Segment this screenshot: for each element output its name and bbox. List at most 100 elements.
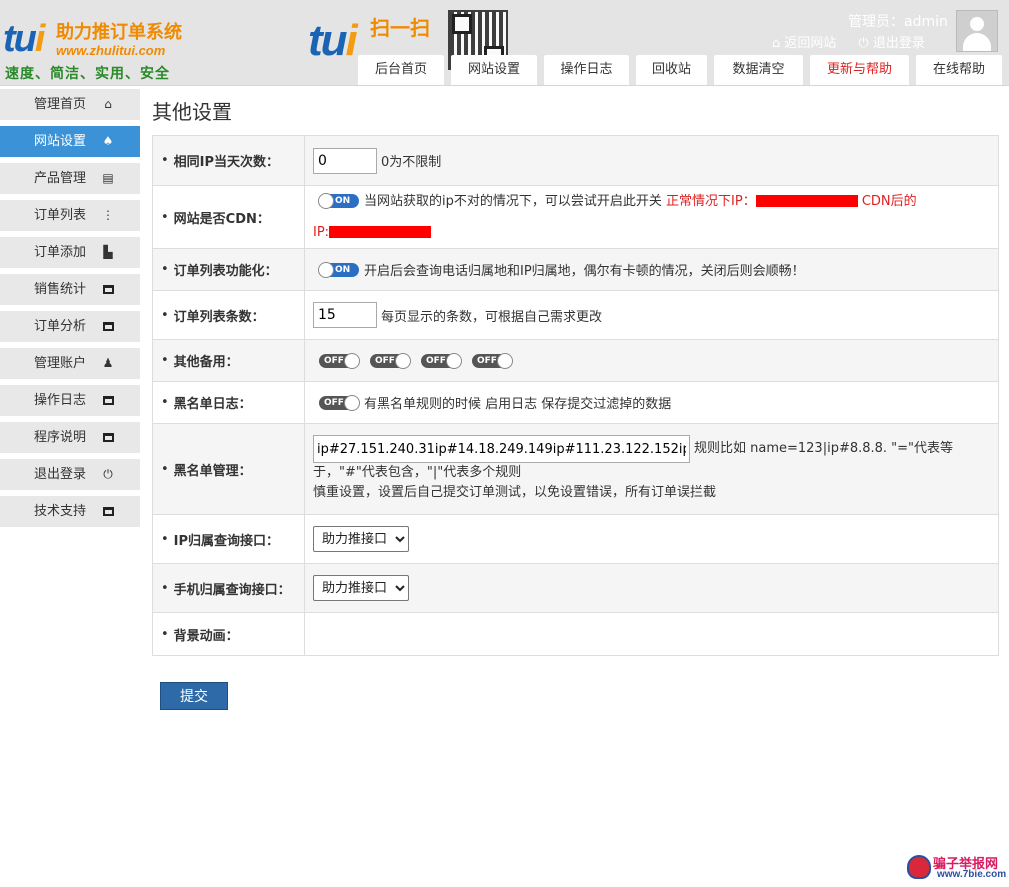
bg-anim-value xyxy=(305,613,998,655)
same-ip-input[interactable] xyxy=(313,147,377,174)
same-ip-value: 0为不限制 xyxy=(305,136,998,185)
sidebar-item-program-info[interactable]: 程序说明 xyxy=(0,422,140,453)
backup-toggle-4[interactable]: OFF xyxy=(472,352,513,369)
tab-site-settings[interactable]: 网站设置 xyxy=(451,55,537,85)
sidebar-item-label: 订单分析 xyxy=(34,319,87,334)
phone-api-select[interactable]: 助力推接口 xyxy=(313,575,409,601)
header-links: ⌂ 返回网站 ⏻ 退出登录 xyxy=(772,32,925,51)
sidebar-item-logout[interactable]: 退出登录 ⏻ xyxy=(0,459,140,490)
row-cdn: 网站是否CDN： ON 当网站获取的ip不对的情况下，可以尝试开启此开关 正常情况… xyxy=(153,186,998,249)
bg-anim-label: 背景动画： xyxy=(153,613,305,655)
blacklist-log-value: OFF 有黑名单规则的时候 启用日志 保存提交过滤掉的数据 xyxy=(305,382,998,423)
page-title: 其他设置 xyxy=(152,100,232,124)
logout-label: 退出登录 xyxy=(872,36,925,51)
power-icon: ⏻ xyxy=(858,36,869,51)
window-icon xyxy=(100,274,116,305)
settings-form: 相同IP当天次数： 0为不限制 网站是否CDN： ON 当网站获取的ip不对的情况… xyxy=(152,135,999,656)
home-icon: ⌂ xyxy=(104,97,112,111)
sidebar-item-label: 产品管理 xyxy=(34,171,87,186)
redacted-normal-ip xyxy=(755,195,858,207)
sidebar-item-tech-support[interactable]: 技术支持 xyxy=(0,496,140,527)
blacklist-mgr-value: 规则比如 name=123|ip#8.8.8. "="代表等 于，"#"代表包含… xyxy=(305,424,998,514)
sidebar-item-label: 管理首页 xyxy=(34,97,87,112)
cdn-toggle[interactable]: ON xyxy=(318,193,359,209)
row-blacklist-mgr: 黑名单管理： 规则比如 name=123|ip#8.8.8. "="代表等 于，… xyxy=(153,424,998,515)
row-blacklist-log: 黑名单日志： OFF 有黑名单规则的时候 启用日志 保存提交过滤掉的数据 xyxy=(153,382,998,424)
logout-link[interactable]: ⏻ 退出登录 xyxy=(858,32,924,51)
sidebar-item-products[interactable]: 产品管理 ▤ xyxy=(0,163,140,194)
shield-icon xyxy=(907,855,931,879)
blacklist-hint-1: 规则比如 name=123|ip#8.8.8. "="代表等 xyxy=(694,441,954,456)
backup-toggle-1[interactable]: OFF xyxy=(319,352,360,369)
order-count-hint: 每页显示的条数，可根据自己需求更改 xyxy=(381,309,603,325)
sidebar-item-order-analysis[interactable]: 订单分析 xyxy=(0,311,140,342)
blacklist-input[interactable] xyxy=(313,435,690,463)
header-bar: tui 助力推订单系统 www.zhulitui.com 速度、简洁、实用、安全… xyxy=(0,0,1009,86)
sidebar-item-label: 管理账户 xyxy=(34,356,87,371)
order-count-input[interactable] xyxy=(313,302,377,328)
row-backup: 其他备用： OFF OFF OFF OFF xyxy=(153,340,998,382)
tab-recycle-bin[interactable]: 回收站 xyxy=(636,55,707,85)
blacklist-log-label: 黑名单日志： xyxy=(153,382,305,423)
toggle-label: ON xyxy=(335,264,351,275)
phone-api-label: 手机归属查询接口： xyxy=(153,564,305,612)
scan-tui-mark: tui xyxy=(308,16,358,65)
sidebar: 管理首页 ⌂ 网站设置 ♠ 产品管理 ▤ 订单列表 ⋮ 订单添加 ▙ 销售统计 … xyxy=(0,89,140,533)
ip-api-select[interactable]: 助力推接口 xyxy=(313,526,409,552)
backup-toggle-3[interactable]: OFF xyxy=(421,352,462,369)
cdn-label: 网站是否CDN： xyxy=(153,186,305,248)
tab-home[interactable]: 后台首页 xyxy=(358,55,444,85)
toggle-knob xyxy=(318,193,334,209)
sitemap-icon: ⋮ xyxy=(102,208,114,222)
bell-icon: ♠ xyxy=(102,134,114,148)
sidebar-item-label: 网站设置 xyxy=(34,134,87,149)
toggle-knob xyxy=(318,261,334,278)
backup-toggle-2[interactable]: OFF xyxy=(370,352,411,369)
sidebar-item-order-add[interactable]: 订单添加 ▙ xyxy=(0,237,140,268)
order-func-toggle[interactable]: ON xyxy=(318,261,359,278)
toggle-label: ON xyxy=(335,196,351,206)
admin-label: 管理员：admin xyxy=(848,14,948,30)
order-count-label: 订单列表条数： xyxy=(153,291,305,339)
sidebar-item-label: 技术支持 xyxy=(34,504,87,519)
blacklist-log-toggle[interactable]: OFF xyxy=(319,394,360,411)
logo-tui-mark: tui xyxy=(3,18,45,60)
avatar[interactable] xyxy=(956,10,998,52)
sidebar-item-admin-home[interactable]: 管理首页 ⌂ xyxy=(0,89,140,120)
avatar-head xyxy=(970,17,984,31)
toggle-label: OFF xyxy=(477,355,497,366)
blacklist-mgr-label: 黑名单管理： xyxy=(153,424,305,514)
row-bg-anim: 背景动画： xyxy=(153,613,998,655)
sidebar-item-site-settings[interactable]: 网站设置 ♠ xyxy=(0,126,140,157)
tab-operation-log[interactable]: 操作日志 xyxy=(544,55,629,85)
submit-button[interactable]: 提交 xyxy=(160,682,228,710)
blacklist-hint-3: 慎重设置，设置后自己提交订单测试，以免设置错误，所有订单误拦截 xyxy=(313,485,717,500)
sidebar-item-sales-stats[interactable]: 销售统计 xyxy=(0,274,140,305)
tab-data-clear[interactable]: 数据清空 xyxy=(714,55,803,85)
cdn-value: ON 当网站获取的ip不对的情况下，可以尝试开启此开关 正常情况下IP： CDN后… xyxy=(305,186,998,248)
phone-api-value: 助力推接口 xyxy=(305,564,998,612)
backup-value: OFF OFF OFF OFF xyxy=(305,340,998,381)
toggle-knob xyxy=(395,352,411,369)
same-ip-hint: 0为不限制 xyxy=(381,155,442,170)
cdn-normal-ip-label: 正常情况下IP： xyxy=(666,193,756,209)
order-func-value: ON 开启后会查询电话归属地和IP归属地，偶尔有卡顿的情况，关闭后则会顺畅！ xyxy=(305,249,998,290)
scan-text: 扫一扫 xyxy=(370,16,430,40)
row-order-count: 订单列表条数： 每页显示的条数，可根据自己需求更改 xyxy=(153,291,998,340)
tab-updates-help[interactable]: 更新与帮助 xyxy=(810,55,909,85)
order-func-hint: 开启后会查询电话归属地和IP归属地，偶尔有卡顿的情况，关闭后则会顺畅！ xyxy=(364,264,805,279)
window-icon xyxy=(100,422,116,453)
sidebar-item-accounts[interactable]: 管理账户 ♟ xyxy=(0,348,140,379)
sidebar-item-label: 订单列表 xyxy=(34,208,87,223)
back-site-link[interactable]: ⌂ 返回网站 xyxy=(772,32,836,51)
same-ip-label: 相同IP当天次数： xyxy=(153,136,305,185)
sidebar-item-operation-log[interactable]: 操作日志 xyxy=(0,385,140,416)
logo-slogan: 速度、简洁、实用、安全 xyxy=(5,66,170,82)
logo-title: 助力推订单系统 xyxy=(56,22,182,43)
site-logo[interactable]: tui 助力推订单系统 www.zhulitui.com 速度、简洁、实用、安全 xyxy=(0,6,300,84)
tab-online-help[interactable]: 在线帮助 xyxy=(916,55,1002,85)
home-icon: ⌂ xyxy=(772,36,781,51)
sidebar-item-order-list[interactable]: 订单列表 ⋮ xyxy=(0,200,140,231)
avatar-body xyxy=(963,33,991,51)
back-site-label: 返回网站 xyxy=(784,36,837,51)
